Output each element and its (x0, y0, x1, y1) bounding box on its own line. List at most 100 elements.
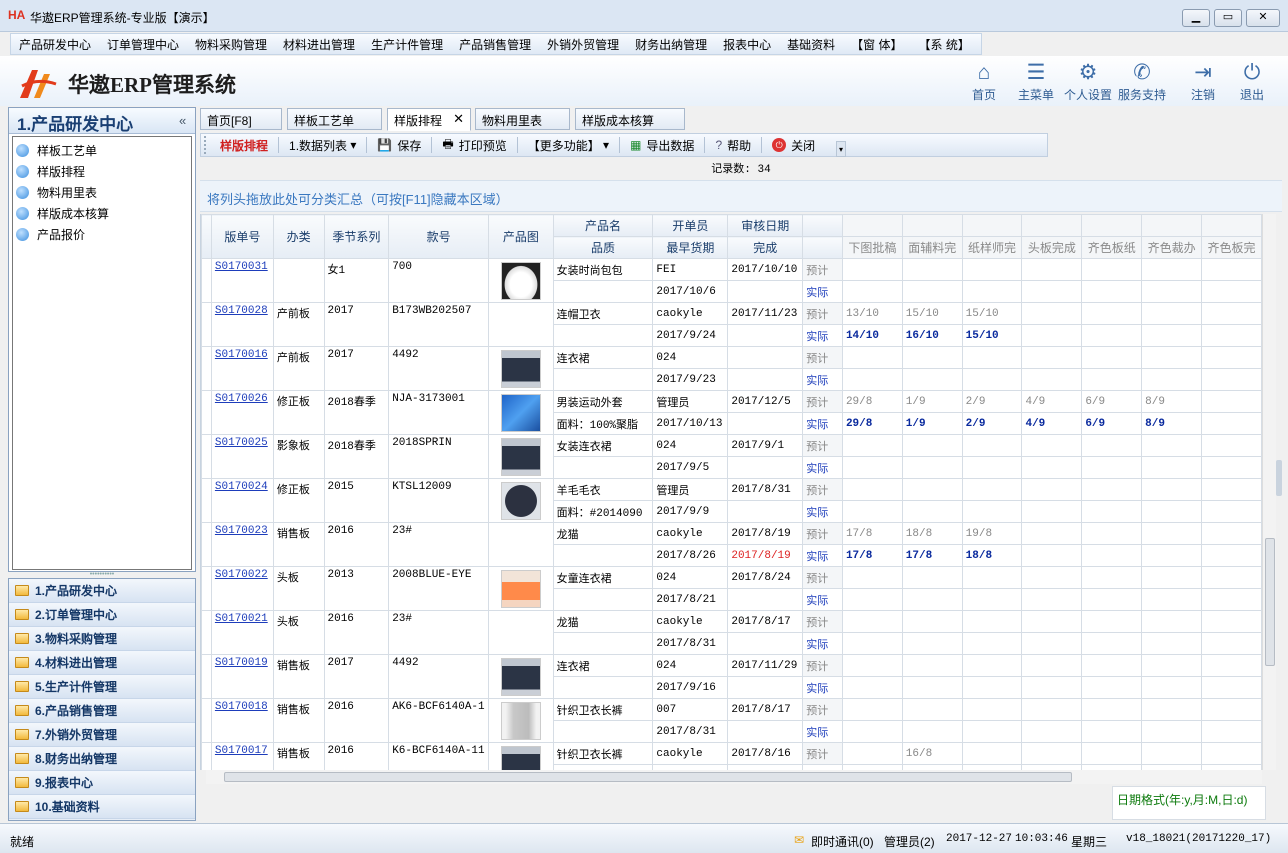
module-item[interactable]: 4.材料进出管理 (9, 651, 195, 675)
product-thumbnail-icon[interactable] (500, 481, 541, 520)
order-number-link[interactable]: S0170025 (215, 437, 268, 449)
menu-item-10[interactable]: 【窗 体】 (843, 36, 910, 53)
plan-value-cell[interactable] (841, 346, 903, 369)
plan-value-cell[interactable]: 2/9 (961, 390, 1023, 413)
table-row[interactable]: S0170021 头板 2016 23# 龙猫 caokyle 2017/8/17 预计 (201, 610, 1262, 655)
actual-value-cell[interactable] (841, 720, 903, 743)
plan-value-cell[interactable] (1021, 698, 1083, 721)
module-item[interactable]: 5.生产计件管理 (9, 675, 195, 699)
tree-item[interactable]: 样版排程 (16, 161, 191, 182)
column-header[interactable]: 下图批稿 (841, 236, 903, 259)
actual-value-cell[interactable]: 4/9 (1021, 412, 1083, 435)
order-number-cell[interactable]: S0170022 (210, 566, 274, 611)
tree-item[interactable]: 产品报价 (16, 224, 191, 245)
actual-value-cell[interactable]: 8/9 (1141, 412, 1203, 435)
banner-action-5[interactable]: ⏻ 退出 (1224, 60, 1280, 103)
plan-value-cell[interactable] (841, 434, 903, 457)
module-item[interactable]: 8.财务出纳管理 (9, 747, 195, 771)
tab-0[interactable]: 首页[F8] (200, 108, 282, 130)
table-row[interactable]: S0170024 修正板 2015 KTSL12009 羊毛毛衣 管理员 2017/8/31… (201, 478, 1262, 523)
actual-value-cell[interactable] (961, 720, 1023, 743)
close-window-button[interactable]: ✕ (1246, 9, 1280, 27)
actual-value-cell[interactable] (1201, 456, 1262, 479)
menu-item-8[interactable]: 报表中心 (715, 36, 779, 53)
plan-value-cell[interactable]: 1/9 (901, 390, 963, 413)
plan-value-cell[interactable] (1081, 434, 1143, 457)
plan-value-cell[interactable]: 17/8 (841, 522, 903, 545)
row-indicator[interactable] (201, 258, 212, 303)
actual-value-cell[interactable] (1081, 324, 1143, 347)
collapse-icon[interactable]: « (179, 113, 186, 128)
plan-value-cell[interactable] (1201, 390, 1262, 413)
plan-value-cell[interactable] (1201, 346, 1262, 369)
plan-value-cell[interactable]: 15/10 (901, 302, 963, 325)
plan-value-cell[interactable]: 15/10 (961, 302, 1023, 325)
banner-action-2[interactable]: ⚙ 个人设置 (1060, 60, 1116, 103)
actual-value-cell[interactable] (1021, 324, 1083, 347)
plan-value-cell[interactable] (1021, 434, 1083, 457)
product-thumbnail-icon[interactable] (500, 349, 541, 388)
plan-value-cell[interactable] (1021, 522, 1083, 545)
actual-value-cell[interactable]: 17/8 (901, 544, 963, 567)
plan-value-cell[interactable] (961, 434, 1023, 457)
banner-action-1[interactable]: ☰ 主菜单 (1008, 60, 1064, 103)
actual-value-cell[interactable]: 16/10 (901, 324, 963, 347)
plan-value-cell[interactable] (901, 478, 963, 501)
plan-value-cell[interactable] (1081, 258, 1143, 281)
actual-value-cell[interactable] (1021, 368, 1083, 391)
column-header[interactable] (961, 214, 1023, 237)
row-indicator[interactable] (201, 522, 212, 567)
product-thumbnail-icon[interactable] (500, 261, 541, 300)
plan-value-cell[interactable] (841, 566, 903, 589)
actual-value-cell[interactable] (901, 632, 963, 655)
actual-value-cell[interactable] (841, 588, 903, 611)
actual-value-cell[interactable] (1141, 632, 1203, 655)
actual-value-cell[interactable]: 2/9 (961, 412, 1023, 435)
banner-action-3[interactable]: ✆ 服务支持 (1114, 60, 1170, 103)
actual-value-cell[interactable] (1201, 720, 1262, 743)
toolbar-overflow-icon[interactable]: ▾ (836, 141, 846, 157)
actual-value-cell[interactable]: 15/10 (961, 324, 1023, 347)
actual-value-cell[interactable] (1201, 544, 1262, 567)
module-item[interactable]: 2.订单管理中心 (9, 603, 195, 627)
table-row[interactable]: S0170017 销售板 2016 K6-BCF6140A-11 针织卫衣长裤 caoky… (201, 742, 1262, 770)
plan-value-cell[interactable]: 6/9 (1081, 390, 1143, 413)
plan-value-cell[interactable] (1021, 654, 1083, 677)
column-header[interactable]: 最早货期 (652, 236, 729, 259)
plan-value-cell[interactable] (1021, 478, 1083, 501)
actual-value-cell[interactable] (841, 500, 903, 523)
plan-value-cell[interactable] (841, 698, 903, 721)
actual-value-cell[interactable] (1021, 632, 1083, 655)
column-header[interactable]: 头板完成 (1021, 236, 1083, 259)
plan-value-cell[interactable] (1081, 522, 1143, 545)
order-number-cell[interactable]: S0170025 (210, 434, 274, 479)
plan-value-cell[interactable] (1021, 610, 1083, 633)
actual-value-cell[interactable] (1021, 544, 1083, 567)
column-header[interactable]: 开单员 (652, 214, 729, 237)
plan-value-cell[interactable] (1081, 302, 1143, 325)
column-header[interactable]: 纸样师完 (961, 236, 1023, 259)
menu-item-6[interactable]: 外销外贸管理 (539, 36, 627, 53)
banner-action-0[interactable]: ⌂ 首页 (956, 60, 1012, 103)
product-thumbnail-icon[interactable] (500, 657, 541, 696)
actual-value-cell[interactable] (1081, 544, 1143, 567)
plan-value-cell[interactable] (1201, 522, 1262, 545)
actual-value-cell[interactable] (1021, 720, 1083, 743)
column-header[interactable] (802, 214, 843, 237)
column-header[interactable]: 产品名 (552, 214, 654, 237)
order-number-cell[interactable]: S0170016 (210, 346, 274, 391)
order-number-cell[interactable]: S0170018 (210, 698, 274, 743)
column-header[interactable]: 齐色板纸 (1081, 236, 1143, 259)
vertical-scrollbar[interactable] (1262, 214, 1276, 770)
column-header[interactable] (1201, 214, 1262, 237)
order-number-link[interactable]: S0170017 (215, 745, 268, 757)
plan-value-cell[interactable] (841, 258, 903, 281)
order-number-cell[interactable]: S0170019 (210, 654, 274, 699)
table-row[interactable]: S0170026 修正板 2018春季 NJA-3173001 男装运动外套 管理员 201… (201, 390, 1262, 435)
actual-value-cell[interactable]: 1/9 (901, 412, 963, 435)
tab-1[interactable]: 样板工艺单 (287, 108, 382, 130)
actual-value-cell[interactable] (1141, 544, 1203, 567)
plan-value-cell[interactable] (1141, 346, 1203, 369)
plan-value-cell[interactable] (1081, 698, 1143, 721)
order-number-link[interactable]: S0170024 (215, 481, 268, 493)
